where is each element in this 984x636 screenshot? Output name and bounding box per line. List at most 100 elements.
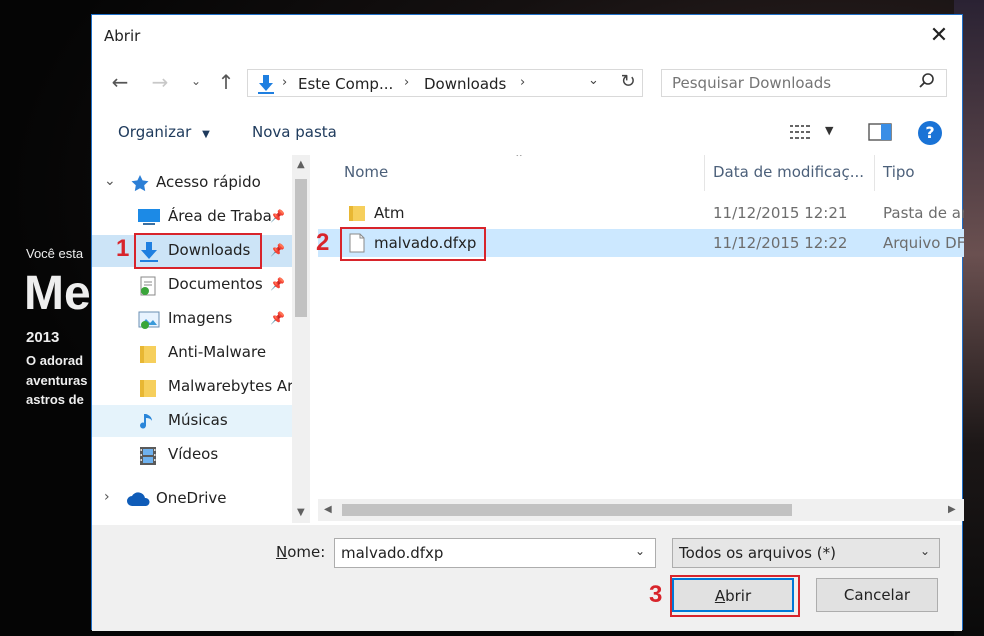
preview-pane-icon[interactable]	[868, 123, 892, 145]
close-button[interactable]: ✕	[926, 23, 952, 49]
pin-icon[interactable]: 📌	[270, 209, 285, 223]
breadcrumb-separator-icon[interactable]: ›	[404, 75, 409, 90]
nav-label: Imagens	[168, 309, 233, 327]
view-options-icon[interactable]	[790, 123, 814, 145]
onedrive-cloud-icon	[126, 490, 150, 508]
bg-year: 2013	[26, 329, 60, 346]
dialog-titlebar[interactable]: Abrir ✕	[92, 15, 962, 59]
dialog-title: Abrir	[104, 27, 141, 45]
column-divider[interactable]	[704, 155, 705, 191]
command-toolbar: Organizar ▼ Nova pasta ▼	[92, 115, 962, 151]
search-icon[interactable]	[918, 72, 936, 94]
column-divider[interactable]	[874, 155, 875, 191]
column-header-type[interactable]: Tipo	[883, 163, 915, 181]
nav-item-malwarebytes[interactable]: Malwarebytes Ar	[92, 371, 294, 403]
folder-icon	[138, 344, 158, 363]
view-dropdown-icon[interactable]: ▼	[825, 124, 833, 137]
scrollbar-thumb[interactable]	[342, 504, 792, 516]
annotation-box-open	[670, 575, 800, 617]
filename-label: Nome:	[276, 543, 325, 561]
collapse-chevron-icon[interactable]: ⌄	[104, 173, 116, 189]
folder-icon	[348, 204, 366, 226]
pin-icon[interactable]: 📌	[270, 243, 285, 257]
bg-desc-line: astros de	[26, 392, 84, 407]
pictures-icon	[138, 310, 160, 329]
scrollbar-thumb[interactable]	[295, 179, 307, 317]
file-list: ⌃ Nome Data de modificaç... Tipo Atm 11/…	[318, 155, 964, 523]
recent-locations-chevron-icon[interactable]: ⌄	[184, 74, 208, 88]
bg-desc-line: O adorad	[26, 353, 84, 368]
address-bar[interactable]: › Este Comp... › Downloads › ⌄ ↻	[247, 69, 643, 97]
scroll-down-arrow-icon[interactable]: ▼	[297, 507, 305, 518]
breadcrumb-this-pc[interactable]: Este Comp...	[298, 75, 393, 93]
back-arrow-icon[interactable]: ←	[108, 70, 132, 94]
help-icon[interactable]: ?	[918, 121, 942, 145]
annotation-box-file	[340, 227, 486, 261]
folder-icon	[138, 378, 158, 397]
documents-icon	[138, 276, 158, 296]
chevron-down-icon: ▼	[202, 129, 210, 140]
desktop-icon	[138, 208, 160, 226]
pin-icon[interactable]: 📌	[270, 311, 285, 325]
nav-label: Documentos	[168, 275, 263, 293]
column-header-name[interactable]: Nome	[344, 163, 388, 181]
nav-label: Malwarebytes Ar	[168, 377, 294, 395]
breadcrumb-separator-icon[interactable]: ›	[282, 75, 287, 90]
organize-menu-button[interactable]: Organizar ▼	[118, 123, 210, 141]
bg-title: Me	[24, 267, 91, 320]
file-type-dropdown-icon[interactable]: ⌄	[920, 544, 930, 558]
annotation-box-downloads	[134, 233, 262, 269]
file-date: 11/12/2015 12:21	[713, 204, 848, 222]
scroll-left-arrow-icon[interactable]: ◀	[324, 504, 332, 515]
file-row[interactable]: Atm 11/12/2015 12:21 Pasta de ar	[318, 199, 964, 227]
nav-item-anti-malware[interactable]: Anti-Malware	[92, 337, 292, 369]
file-date: 11/12/2015 12:22	[713, 234, 848, 252]
nav-label-onedrive: OneDrive	[156, 489, 227, 507]
nav-item-onedrive[interactable]: › OneDrive	[92, 483, 292, 515]
file-type: Pasta de ar	[883, 204, 964, 222]
filelist-horizontal-scrollbar[interactable]: ◀ ▶	[318, 499, 964, 521]
music-icon	[138, 412, 158, 430]
expand-chevron-icon[interactable]: ›	[104, 489, 110, 505]
breadcrumb-separator-icon[interactable]: ›	[520, 75, 525, 90]
scroll-up-arrow-icon[interactable]: ▲	[297, 159, 305, 170]
navigation-bar: ← → ⌄ ↑ › Este Comp... › Downloads › ⌄ ↻	[92, 65, 962, 101]
nav-item-documents[interactable]: Documentos 📌	[92, 269, 292, 301]
organize-label: Organizar	[118, 123, 192, 141]
cancel-button[interactable]: Cancelar	[816, 578, 938, 612]
nav-label: Anti-Malware	[168, 343, 267, 361]
breadcrumb-downloads[interactable]: Downloads	[424, 75, 506, 93]
scroll-right-arrow-icon[interactable]: ▶	[948, 504, 956, 515]
filename-input[interactable]	[334, 538, 656, 568]
column-header-date[interactable]: Data de modificaç...	[713, 163, 864, 181]
file-name: Atm	[374, 204, 405, 222]
open-file-dialog: Abrir ✕ ← → ⌄ ↑ › Este Comp... › Downloa…	[91, 14, 964, 631]
filename-label-text: ome:	[287, 543, 326, 561]
filename-label-accesskey: N	[276, 543, 288, 561]
annotation-number: 2	[316, 229, 330, 256]
file-type: Arquivo DF	[883, 234, 964, 252]
navpane-scrollbar[interactable]: ▲ ▼	[292, 155, 310, 523]
new-folder-button[interactable]: Nova pasta	[252, 123, 337, 141]
nav-item-desktop[interactable]: Área de Traba 📌	[92, 201, 292, 233]
pin-icon[interactable]: 📌	[270, 277, 285, 291]
annotation-number: 1	[116, 235, 130, 262]
up-arrow-icon[interactable]: ↑	[214, 70, 238, 94]
star-icon	[130, 174, 150, 192]
nav-item-pictures[interactable]: Imagens 📌	[92, 303, 292, 335]
downloads-location-icon	[256, 74, 276, 98]
file-type-select[interactable]: Todos os arquivos (*)	[672, 538, 940, 568]
forward-arrow-icon[interactable]: →	[148, 70, 172, 94]
nav-item-music[interactable]: Músicas	[92, 405, 292, 437]
search-input[interactable]	[661, 69, 947, 97]
videos-icon	[138, 446, 158, 465]
nav-label-quick-access: Acesso rápido	[156, 173, 261, 191]
annotation-number: 3	[649, 581, 663, 608]
refresh-icon[interactable]: ↻	[616, 71, 640, 92]
address-dropdown-icon[interactable]: ⌄	[588, 73, 599, 88]
filename-dropdown-icon[interactable]: ⌄	[635, 544, 645, 558]
nav-quick-access[interactable]: ⌄ Acesso rápido	[92, 167, 292, 199]
nav-label: Área de Traba	[168, 207, 272, 225]
nav-item-videos[interactable]: Vídeos	[92, 439, 292, 471]
bg-desc-line: aventuras	[26, 373, 88, 388]
